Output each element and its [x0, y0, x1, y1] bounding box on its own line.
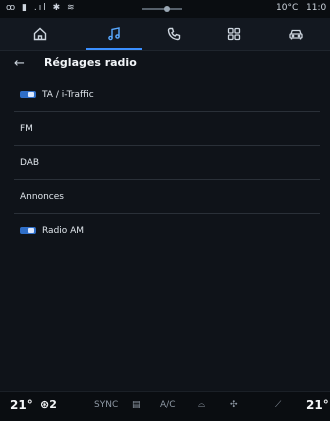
- tab-home[interactable]: [12, 18, 68, 50]
- apps-icon: [227, 27, 241, 41]
- list-item-label: Annonces: [20, 191, 64, 202]
- seat-heat-level: 2: [49, 398, 57, 411]
- seat-heat-icon: ⊛: [40, 398, 50, 411]
- volume-indicator: [142, 6, 182, 12]
- seat-icon[interactable]: ⟋: [275, 400, 281, 410]
- clock: 11:0: [306, 3, 327, 13]
- climate-bar: 21° ⊛2 SYNC ▤ A/C ⌓ ✣ ⟋ 21°: [0, 391, 330, 421]
- fan-icon[interactable]: ✣: [230, 400, 238, 410]
- page-header: ← Réglages radio: [0, 50, 330, 78]
- radio-settings-screen: ꝏ ▮ .ıl ✱ ≋ 10°C 11:0 ← Réglages radio T…: [0, 0, 330, 421]
- tab-phone[interactable]: [146, 18, 202, 50]
- right-temperature[interactable]: 21°: [306, 398, 329, 412]
- left-temperature[interactable]: 21°: [10, 398, 33, 412]
- list-item-label: Radio AM: [42, 225, 85, 236]
- phone-icon: [167, 27, 181, 41]
- back-button[interactable]: ←: [14, 56, 32, 72]
- list-item-ta-traffic[interactable]: TA / i-Traffic: [14, 78, 320, 112]
- toggle-switch[interactable]: [20, 227, 36, 234]
- toggle-switch[interactable]: [20, 91, 36, 98]
- rear-defrost-icon[interactable]: ▤: [132, 400, 141, 410]
- list-item-annonces[interactable]: Annonces: [14, 180, 320, 214]
- arrow-left-icon: ←: [14, 56, 25, 71]
- main-nav: [0, 18, 330, 51]
- music-icon: [108, 27, 120, 41]
- outside-temperature: 10°C: [276, 3, 299, 13]
- ac-button[interactable]: A/C: [160, 400, 175, 410]
- status-bar: ꝏ ▮ .ıl ✱ ≋ 10°C 11:0: [0, 0, 330, 18]
- car-icon: [289, 29, 303, 40]
- list-item-fm[interactable]: FM: [14, 112, 320, 146]
- list-item-dab[interactable]: DAB: [14, 146, 320, 180]
- tab-vehicle[interactable]: [268, 18, 324, 50]
- list-item-label: TA / i-Traffic: [42, 89, 94, 100]
- list-item-radio-am[interactable]: Radio AM: [14, 214, 320, 247]
- home-icon: [33, 27, 47, 41]
- status-icons: ꝏ ▮ .ıl ✱ ≋: [6, 3, 77, 13]
- sync-button[interactable]: SYNC: [94, 400, 118, 410]
- seat-heat-control[interactable]: ⊛2: [40, 398, 57, 411]
- front-defrost-icon[interactable]: ⌓: [198, 400, 205, 410]
- page-title: Réglages radio: [44, 56, 137, 69]
- tab-music[interactable]: [86, 18, 142, 50]
- list-item-label: DAB: [20, 157, 40, 168]
- list-item-label: FM: [20, 123, 33, 134]
- tab-apps[interactable]: [206, 18, 262, 50]
- settings-list: TA / i-Traffic FM DAB Annonces Radio AM: [14, 78, 320, 247]
